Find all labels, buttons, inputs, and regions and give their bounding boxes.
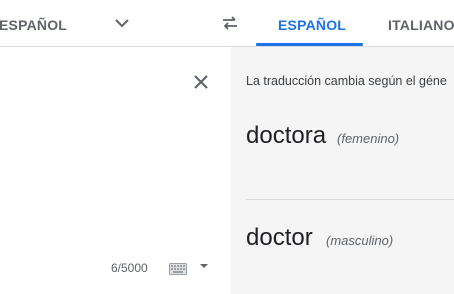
language-bar: ESPAÑOL ESPAÑOL ITALIANO	[0, 0, 454, 47]
close-icon[interactable]	[192, 73, 210, 91]
active-tab-indicator	[256, 43, 363, 46]
translation-feminine: doctora	[246, 122, 327, 149]
translation-divider	[246, 199, 454, 200]
gender-notice: La traducción cambia según el géne	[246, 74, 447, 88]
gender-label-feminine: (femenino)	[337, 131, 400, 146]
chevron-down-icon[interactable]	[114, 15, 130, 31]
input-tools-dropdown-arrow[interactable]	[200, 264, 208, 268]
tab-target-espanol[interactable]: ESPAÑOL	[278, 17, 346, 33]
swap-icon[interactable]	[220, 13, 240, 33]
gender-label-masculine: (masculino)	[326, 233, 394, 248]
translation-masculine: doctor	[246, 224, 313, 251]
keyboard-icon[interactable]	[169, 262, 187, 275]
source-language-label[interactable]: ESPAÑOL	[0, 17, 67, 33]
tab-target-italiano[interactable]: ITALIANO	[388, 17, 454, 33]
character-count: 6/5000	[111, 261, 148, 275]
